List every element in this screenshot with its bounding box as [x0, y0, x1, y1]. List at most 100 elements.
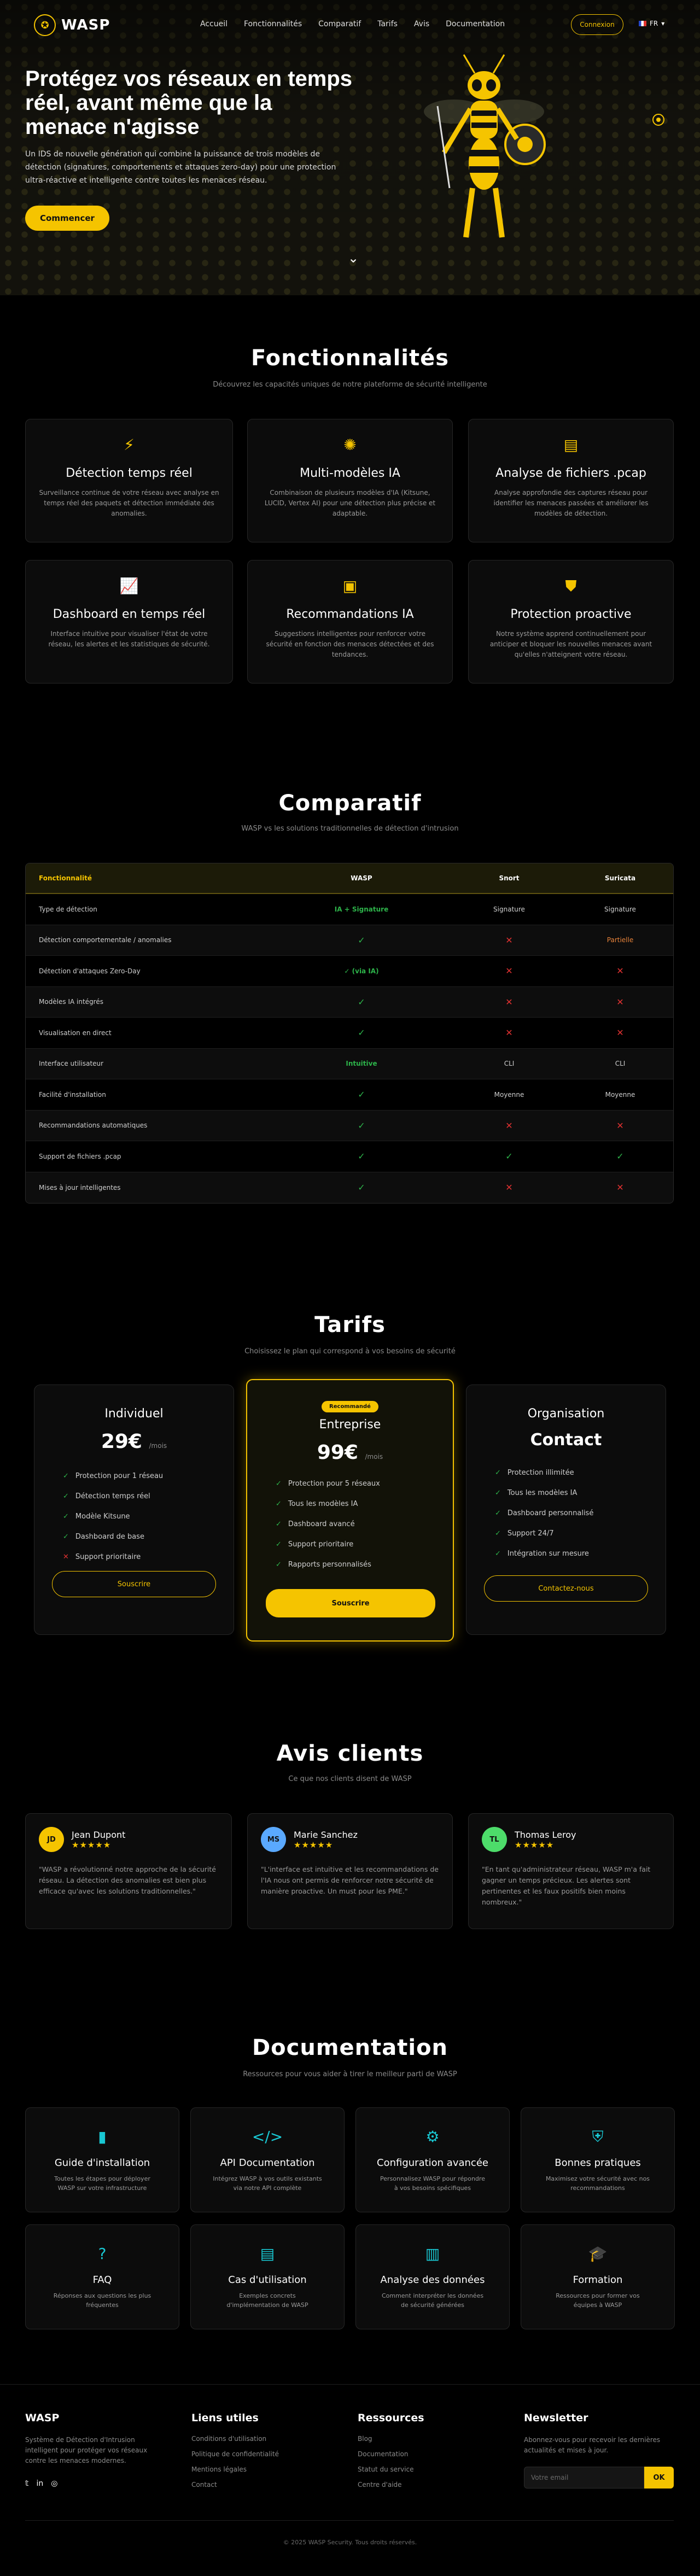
footer-brand-name: WASP [25, 2412, 60, 2424]
doc-title: Bonnes pratiques [555, 2157, 641, 2169]
footer-resources-title: Ressources [358, 2412, 424, 2424]
doc-card[interactable]: ▤ Cas d'utilisation Exemples concrets d'im… [190, 2224, 345, 2329]
doc-text: Maximisez votre sécurité avec nos recomm… [545, 2175, 650, 2192]
cross-icon: ✕ [616, 1182, 624, 1193]
doc-card[interactable]: ⚙ Configuration avancée Personnalisez WASP… [355, 2107, 510, 2212]
doc-card[interactable]: ⛨ Bonnes pratiques Maximisez votre sécurit… [521, 2107, 675, 2212]
review-card: JD Jean Dupont ★★★★★ "WASP a révolutionné… [25, 1813, 232, 1929]
slide-indicator[interactable] [652, 114, 664, 126]
table-row: Type de détection IA + Signature Signatu… [26, 894, 673, 925]
subscribe-button[interactable]: Souscrire [52, 1571, 216, 1597]
table-row: Visualisation en direct ✓ ✕ ✕ [26, 1018, 673, 1049]
feature-card: 📈 Dashboard en temps réel Interface intu… [25, 560, 233, 684]
footer-link[interactable]: Centre d'aide [358, 2481, 424, 2489]
doc-card[interactable]: ? FAQ Réponses aux questions les plus fréq… [25, 2224, 179, 2329]
check-icon: ✓ [63, 1472, 69, 1480]
nav-item-accueil[interactable]: Accueil [200, 20, 228, 28]
reviewer-name: Marie Sanchez [294, 1829, 358, 1840]
subscribe-button[interactable]: Souscrire [266, 1589, 435, 1617]
footer-link[interactable]: Contact [191, 2481, 279, 2489]
list-item: ✓ Tous les modèles IA [276, 1500, 358, 1508]
github-icon[interactable]: ◎ [51, 2479, 57, 2488]
doc-card[interactable]: ▮ Guide d'installation Toutes les étapes p… [25, 2107, 179, 2212]
nav-item-comparatif[interactable]: Comparatif [318, 20, 361, 28]
list-item: ✓ Tous les modèles IA [495, 1489, 578, 1497]
plan-price: 29€ /mois [101, 1430, 167, 1453]
email-input[interactable]: Votre email [524, 2467, 644, 2489]
nav-item-tarifs[interactable]: Tarifs [377, 20, 398, 28]
doc-card[interactable]: ▥ Analyse des données Comment interpréter … [355, 2224, 510, 2329]
divider [25, 2520, 674, 2521]
language-selector[interactable]: FR ▾ [639, 20, 664, 27]
chevron-down-icon[interactable]: ⌄ [348, 250, 359, 266]
feature-card: ▤ Analyse de fichiers .pcap Analyse appr… [468, 419, 674, 542]
star-rating: ★★★★★ [294, 1839, 334, 1850]
compare-subtitle: WASP vs les solutions traditionnelles de… [241, 825, 459, 833]
contact-button[interactable]: Contactez-nous [484, 1575, 648, 1602]
table-cell: Moyenne [605, 1090, 635, 1099]
avatar: MS [261, 1827, 286, 1852]
twitter-icon[interactable]: 𝕥 [25, 2479, 29, 2488]
review-text: "WASP a révolutionné notre approche de l… [39, 1865, 216, 1895]
plan-features: ✓ Protection pour 1 réseau ✓ Détection tem… [34, 1466, 234, 1567]
table-cell: Mises à jour intelligentes [39, 1183, 121, 1191]
doc-text: Ressources pour former vos équipes à WAS… [556, 2292, 640, 2309]
feature-title: Protection proactive [510, 608, 632, 621]
cross-icon: ✕ [616, 996, 624, 1007]
top-navbar: ✪ WASP Accueil Fonctionnalités Comparati… [0, 0, 700, 49]
linkedin-icon[interactable]: in [37, 2479, 44, 2488]
plan-name: Entreprise [319, 1418, 381, 1432]
footer-brand: WASP Système de Détection d'Intrusion in… [25, 2412, 167, 2488]
feature-text: Combinaison de plusieurs modèles d'IA (K… [264, 489, 436, 517]
star-rating: ★★★★★ [72, 1839, 112, 1850]
nav-item-fonctionnalites[interactable]: Fonctionnalités [244, 20, 302, 28]
nav-item-avis[interactable]: Avis [414, 20, 429, 28]
doc-card[interactable]: </> API Documentation Intégrez WASP à vos … [190, 2107, 345, 2212]
reviewer-name: Jean Dupont [72, 1829, 126, 1840]
doc-title: Cas d'utilisation [228, 2274, 307, 2286]
doc-text: Personnalisez WASP pour répondre à vos b… [380, 2175, 485, 2192]
doc-card[interactable]: 🎓 Formation Ressources pour former vos équ… [521, 2224, 675, 2329]
login-button[interactable]: Connexion [571, 14, 623, 35]
check-icon: ✓ [276, 1561, 282, 1569]
footer-link[interactable]: Documentation [358, 2450, 424, 2458]
check-icon: ✓ [495, 1529, 501, 1538]
footer-link[interactable]: Statut du service [358, 2466, 424, 2473]
cross-icon: ✕ [616, 1027, 624, 1038]
footer-link[interactable]: Blog [358, 2435, 424, 2443]
doc-text: Exemples concrets d'implémentation de WA… [226, 2292, 308, 2309]
cross-icon: ✕ [505, 934, 513, 945]
chevron-down-icon: ▾ [661, 20, 665, 27]
robot-icon: ▣ [342, 577, 358, 595]
brand-name: WASP [61, 17, 110, 33]
table-cell: Type de détection [39, 905, 97, 913]
footer-links-title: Liens utiles [191, 2412, 259, 2424]
analytics-icon: ▥ [425, 2245, 440, 2263]
pricing-card-organisation: Organisation Contact ✓ Protection illimit… [466, 1385, 666, 1635]
footer-link[interactable]: Conditions d'utilisation [191, 2435, 279, 2443]
footer-link[interactable]: Politique de confidentialité [191, 2450, 279, 2458]
footer-link[interactable]: Mentions légales [191, 2466, 279, 2473]
table-cell: Facilité d'installation [39, 1090, 106, 1099]
table-row: Support de fichiers .pcap ✓ ✓ ✓ [26, 1141, 673, 1172]
feature-title: Analyse de fichiers .pcap [495, 466, 646, 480]
start-button[interactable]: Commencer [25, 206, 109, 231]
docs-subtitle: Ressources pour vous aider à tirer le me… [243, 2070, 457, 2078]
doc-title: Configuration avancée [377, 2157, 488, 2169]
newsletter-submit-button[interactable]: OK [644, 2467, 674, 2489]
table-row: Détection d'attaques Zero-Day ✓ (via IA)… [26, 956, 673, 987]
wasp-logo-icon: ✪ [34, 14, 56, 36]
review-text: "En tant qu'administrateur réseau, WASP … [482, 1865, 651, 1906]
feature-title: Recommandations IA [286, 608, 414, 621]
nav-item-documentation[interactable]: Documentation [446, 20, 505, 28]
check-icon: ✓ [358, 1182, 365, 1193]
feature-text: Notre système apprend continuellement po… [489, 630, 652, 658]
table-row: Modèles IA intégrés ✓ ✕ ✕ [26, 986, 673, 1018]
cross-icon: ✕ [505, 996, 513, 1007]
check-icon: ✓ [63, 1533, 69, 1541]
check-icon: ✓ [358, 996, 365, 1007]
cross-icon: ✕ [505, 1027, 513, 1038]
brand-logo[interactable]: ✪ WASP [34, 14, 110, 36]
column-header: Fonctionnalité [39, 874, 92, 882]
table-row: Interface utilisateur Intuitive CLI CLI [26, 1048, 673, 1079]
